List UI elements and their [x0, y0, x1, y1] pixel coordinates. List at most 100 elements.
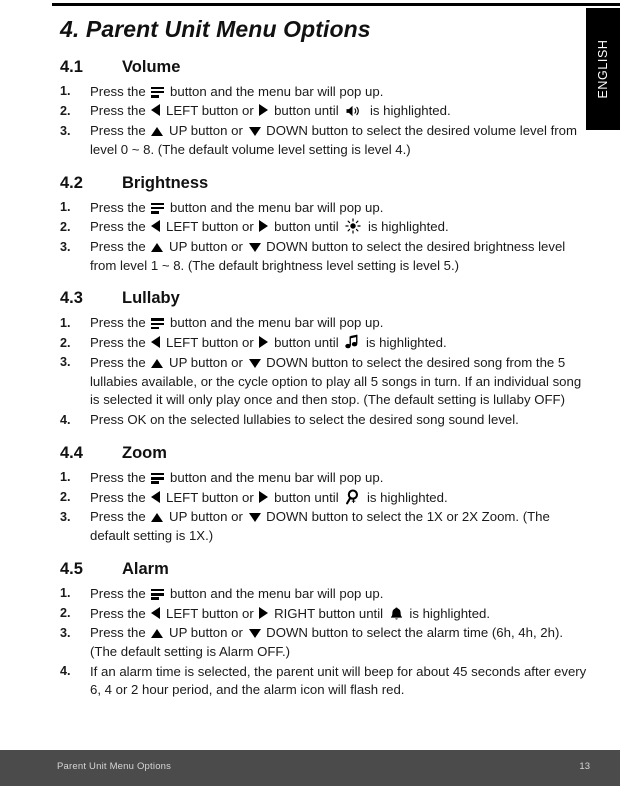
- step-text: Press the button and the menu bar will p…: [90, 83, 384, 99]
- down-arrow-icon: [248, 513, 261, 523]
- step-text: Press the button and the menu bar will p…: [90, 585, 384, 601]
- step-list: 1. Press the button and the menu bar will…: [60, 469, 590, 546]
- menu-icon: [151, 318, 165, 330]
- step-number: 2.: [60, 606, 71, 621]
- brightness-sun-icon: [345, 218, 361, 234]
- left-arrow-icon: [151, 104, 161, 117]
- down-arrow-icon: [248, 358, 261, 368]
- step-number: 1.: [60, 315, 71, 330]
- section-heading: 4.5 Alarm: [60, 560, 590, 579]
- step-item: 2. Press the LEFT button or RIGHT button …: [60, 605, 590, 624]
- step-text: Press the UP button or DOWN button to se…: [90, 625, 564, 660]
- up-arrow-icon: [151, 513, 164, 523]
- step-number: 2.: [60, 103, 71, 118]
- right-arrow-icon: [259, 336, 269, 349]
- step-item: 1. Press the button and the menu bar will…: [60, 585, 590, 604]
- step-item: 4. Press OK on the selected lullabies to …: [60, 411, 590, 430]
- left-arrow-icon: [151, 220, 161, 233]
- right-arrow-icon: [259, 490, 269, 503]
- section-title: Zoom: [122, 443, 167, 462]
- section-4-3: 4.3 Lullaby 1. Press the button and the men…: [60, 289, 590, 429]
- section-number: 4.1: [60, 57, 83, 76]
- step-number: 3.: [60, 625, 71, 640]
- language-tab-label: ENGLISH: [596, 39, 610, 99]
- step-number: 4.: [60, 412, 71, 427]
- down-arrow-icon: [248, 127, 261, 137]
- step-number: 3.: [60, 509, 71, 524]
- up-arrow-icon: [151, 358, 164, 368]
- right-arrow-icon: [259, 104, 269, 117]
- step-number: 2.: [60, 335, 71, 350]
- step-text: Press the LEFT button or button until is…: [90, 103, 451, 119]
- up-arrow-icon: [151, 629, 164, 639]
- section-heading: 4.1 Volume: [60, 58, 590, 77]
- section-number: 4.4: [60, 443, 83, 462]
- step-number: 1.: [60, 586, 71, 601]
- step-list: 1. Press the button and the menu bar will…: [60, 199, 590, 276]
- step-item: 1. Press the button and the menu bar will…: [60, 199, 590, 218]
- music-note-icon: [345, 334, 358, 349]
- step-item: 2. Press the LEFT button or button until …: [60, 102, 590, 121]
- step-item: 2. Press the LEFT button or button until …: [60, 334, 590, 353]
- step-item: 4. If an alarm time is selected, the pare…: [60, 663, 590, 700]
- step-text: Press the button and the menu bar will p…: [90, 469, 384, 485]
- section-title: Alarm: [122, 559, 169, 578]
- step-item: 3. Press the UP button or DOWN button to …: [60, 354, 590, 410]
- step-number: 3.: [60, 239, 71, 254]
- menu-icon: [151, 86, 165, 98]
- section-heading: 4.4 Zoom: [60, 444, 590, 463]
- section-number: 4.2: [60, 173, 83, 192]
- step-text: Press the LEFT button or button until is…: [90, 218, 449, 235]
- step-number: 1.: [60, 200, 71, 215]
- zoom-magnifier-icon: [346, 489, 359, 505]
- step-item: 3. Press the UP button or DOWN button to …: [60, 122, 590, 159]
- menu-icon: [151, 472, 165, 484]
- footer-label: Parent Unit Menu Options: [57, 761, 172, 772]
- step-item: 2. Press the LEFT button or button until …: [60, 218, 590, 237]
- right-arrow-icon: [259, 606, 269, 619]
- step-number: 3.: [60, 355, 71, 370]
- section-4-1: 4.1 Volume 1. Press the button and the menu…: [60, 58, 590, 160]
- step-text: Press the UP button or DOWN button to se…: [90, 239, 566, 273]
- step-text: If an alarm time is selected, the parent…: [90, 663, 587, 698]
- step-item: 2. Press the LEFT button or button until …: [60, 489, 590, 508]
- content-column: 4. Parent Unit Menu Options 4.1 Volume 1. P…: [60, 0, 590, 701]
- section-title: Brightness: [122, 173, 209, 192]
- document-page: ENGLISH 4. Parent Unit Menu Options 4.1 V…: [0, 0, 620, 786]
- step-text: Press OK on the selected lullabies to se…: [90, 412, 519, 428]
- page-footer: Parent Unit Menu Options 13: [0, 750, 620, 786]
- right-arrow-icon: [259, 220, 269, 233]
- step-text: Press the LEFT button or RIGHT button un…: [90, 605, 491, 621]
- step-text: Press the button and the menu bar will p…: [90, 315, 384, 331]
- step-number: 2.: [60, 490, 71, 505]
- step-number: 2.: [60, 219, 71, 234]
- menu-icon: [151, 202, 165, 214]
- down-arrow-icon: [248, 243, 261, 252]
- section-number: 4.3: [60, 289, 83, 308]
- step-list: 1. Press the button and the menu bar will…: [60, 314, 590, 429]
- section-title: Lullaby: [122, 289, 180, 308]
- up-arrow-icon: [151, 127, 164, 137]
- step-number: 1.: [60, 470, 71, 485]
- step-item: 1. Press the button and the menu bar will…: [60, 314, 590, 333]
- footer-page-number: 13: [579, 761, 590, 772]
- section-4-4: 4.4 Zoom 1. Press the button and the menu b…: [60, 444, 590, 546]
- page-title: 4. Parent Unit Menu Options: [60, 16, 371, 42]
- sections-container: 4.1 Volume 1. Press the button and the menu…: [60, 58, 590, 701]
- language-tab: ENGLISH: [586, 8, 620, 130]
- step-list: 1. Press the button and the menu bar will…: [60, 83, 590, 160]
- step-item: 3. Press the UP button or DOWN button to …: [60, 238, 590, 275]
- section-title: Volume: [122, 57, 181, 76]
- step-item: 3. Press the UP button or DOWN button to …: [60, 508, 590, 545]
- step-text: Press the button and the menu bar will p…: [90, 199, 384, 215]
- menu-icon: [151, 588, 165, 600]
- step-text: Press the LEFT button or button until is…: [90, 489, 448, 505]
- step-text: Press the LEFT button or button until is…: [90, 334, 447, 351]
- step-text: Press the UP button or DOWN button to se…: [90, 123, 577, 157]
- section-heading: 4.3 Lullaby: [60, 289, 590, 308]
- alarm-bell-icon: [390, 607, 402, 620]
- left-arrow-icon: [151, 490, 161, 503]
- step-item: 1. Press the button and the menu bar will…: [60, 83, 590, 102]
- down-arrow-icon: [248, 629, 261, 639]
- left-arrow-icon: [151, 606, 161, 619]
